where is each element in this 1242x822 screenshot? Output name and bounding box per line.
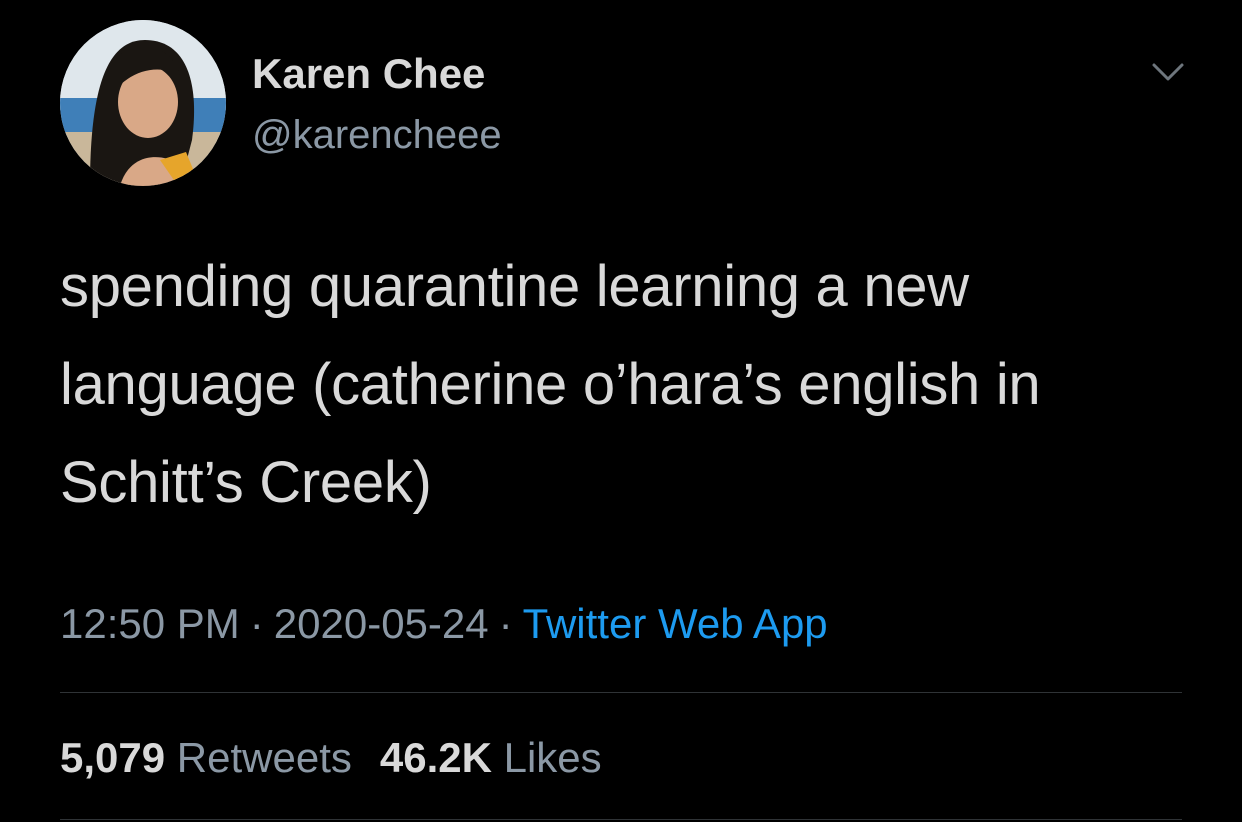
- chevron-down-icon: [1152, 63, 1184, 81]
- avatar-photo: [60, 20, 226, 186]
- likes-count: 46.2K: [379, 734, 492, 781]
- tweet-meta: 12:50 PM · 2020-05-24 · Twitter Web App: [60, 596, 828, 652]
- tweet-time[interactable]: 12:50 PM: [60, 600, 240, 647]
- avatar[interactable]: [60, 20, 226, 186]
- retweets-stat[interactable]: 5,079 Retweets: [60, 734, 352, 781]
- likes-label: Likes: [503, 734, 602, 781]
- tweet-source-link[interactable]: Twitter Web App: [523, 600, 828, 647]
- user-handle[interactable]: @karencheee: [252, 110, 502, 160]
- likes-stat[interactable]: 46.2K Likes: [380, 734, 602, 781]
- divider: [60, 819, 1182, 820]
- meta-separator: ·: [249, 600, 264, 647]
- divider: [60, 692, 1182, 693]
- tweet-stats: 5,079 Retweets 46.2K Likes: [60, 730, 602, 786]
- meta-separator: ·: [498, 600, 513, 647]
- display-name[interactable]: Karen Chee: [252, 48, 485, 100]
- more-options-button[interactable]: [1144, 52, 1192, 92]
- tweet-date[interactable]: 2020-05-24: [274, 600, 489, 647]
- retweets-label: Retweets: [176, 734, 352, 781]
- retweets-count: 5,079: [60, 734, 166, 781]
- tweet-text: spending quarantine learning a new langu…: [60, 254, 1041, 515]
